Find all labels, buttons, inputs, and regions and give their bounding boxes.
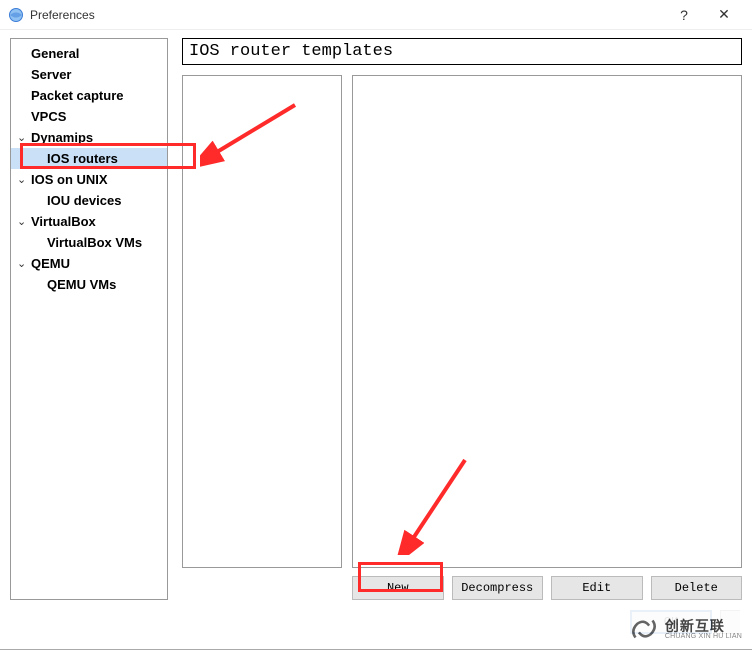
chevron-down-icon[interactable]: ⌄ <box>17 215 29 228</box>
tree-label: Server <box>31 67 71 82</box>
help-button[interactable]: ? <box>664 0 704 30</box>
watermark-logo-icon <box>627 612 661 646</box>
watermark-text-cn: 创新互联 <box>665 619 742 633</box>
watermark-text-en: CHUANG XIN HU LIAN <box>665 633 742 640</box>
watermark: 创新互联 CHUANG XIN HU LIAN <box>623 610 746 648</box>
template-button-row: New Decompress Edit Delete <box>352 576 742 600</box>
chevron-down-icon[interactable]: ⌄ <box>17 257 29 270</box>
tree-item-virtualbox[interactable]: ⌄ VirtualBox <box>11 211 167 232</box>
content-header: IOS router templates <box>182 38 742 65</box>
edit-button[interactable]: Edit <box>551 576 643 600</box>
template-list-panel[interactable] <box>182 75 342 568</box>
sidebar-tree[interactable]: General Server Packet capture VPCS ⌄ Dyn… <box>10 38 168 600</box>
window-title: Preferences <box>30 8 95 22</box>
chevron-down-icon[interactable]: ⌄ <box>17 173 29 186</box>
content-body <box>182 75 742 568</box>
titlebar: Preferences ? ✕ <box>0 0 752 30</box>
new-button[interactable]: New <box>352 576 444 600</box>
tree-item-dynamips[interactable]: ⌄ Dynamips <box>11 127 167 148</box>
decompress-button[interactable]: Decompress <box>452 576 544 600</box>
tree-item-qemu[interactable]: ⌄ QEMU <box>11 253 167 274</box>
tree-item-server[interactable]: Server <box>11 64 167 85</box>
tree-item-virtualbox-vms[interactable]: VirtualBox VMs <box>11 232 167 253</box>
tree-label: QEMU <box>31 256 70 271</box>
tree-label: VirtualBox <box>31 214 96 229</box>
tree-item-packet-capture[interactable]: Packet capture <box>11 85 167 106</box>
tree-label: IOS routers <box>47 151 118 166</box>
tree-item-ios-routers[interactable]: IOS routers <box>11 148 167 169</box>
tree-item-general[interactable]: General <box>11 43 167 64</box>
app-icon <box>8 7 24 23</box>
tree-label: IOS on UNIX <box>31 172 108 187</box>
tree-item-qemu-vms[interactable]: QEMU VMs <box>11 274 167 295</box>
main-area: General Server Packet capture VPCS ⌄ Dyn… <box>0 30 752 600</box>
tree-item-iou-devices[interactable]: IOU devices <box>11 190 167 211</box>
tree-item-ios-on-unix[interactable]: ⌄ IOS on UNIX <box>11 169 167 190</box>
delete-button[interactable]: Delete <box>651 576 743 600</box>
template-detail-panel <box>352 75 742 568</box>
tree-label: Packet capture <box>31 88 124 103</box>
tree-label: General <box>31 46 79 61</box>
tree-label: VirtualBox VMs <box>47 235 142 250</box>
tree-item-vpcs[interactable]: VPCS <box>11 106 167 127</box>
chevron-down-icon[interactable]: ⌄ <box>17 131 29 144</box>
close-button[interactable]: ✕ <box>704 0 744 30</box>
tree-label: QEMU VMs <box>47 277 116 292</box>
tree-label: Dynamips <box>31 130 93 145</box>
content-area: IOS router templates New Decompress Edit… <box>182 38 742 600</box>
tree-label: VPCS <box>31 109 66 124</box>
tree-label: IOU devices <box>47 193 121 208</box>
